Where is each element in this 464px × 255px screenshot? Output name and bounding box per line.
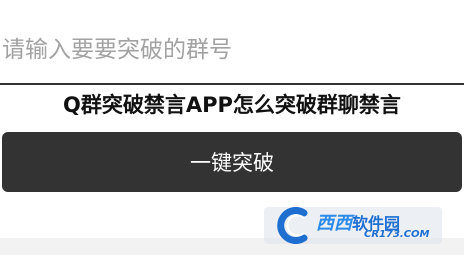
watermark-brand-main: 西西 [316, 213, 352, 234]
page-headline: Q群突破禁言APP怎么突破群聊禁言 [63, 93, 401, 117]
c-logo-icon [277, 207, 308, 244]
input-underline [0, 83, 464, 85]
watermark-url: CR173.COM [364, 229, 430, 240]
group-number-field [0, 0, 464, 85]
group-number-input[interactable] [0, 28, 464, 72]
one-click-break-button[interactable]: 一键突破 [2, 132, 462, 192]
site-watermark: 西西软件园 CR173.COM [264, 207, 442, 244]
